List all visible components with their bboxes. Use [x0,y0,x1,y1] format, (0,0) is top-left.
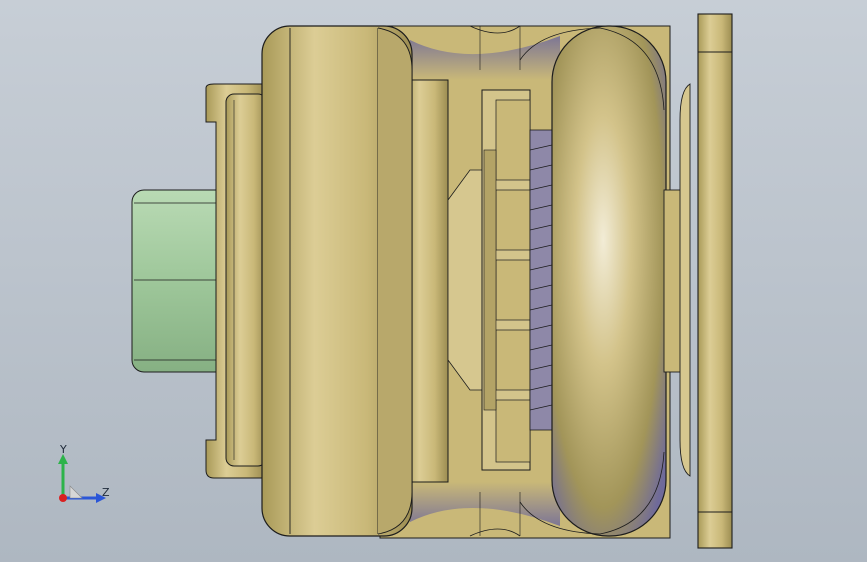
view-orientation-triad: Y Z [40,440,130,520]
triad-z-label: Z [102,486,110,499]
triad-axes [58,454,106,503]
graphics-viewport[interactable]: Y Z [0,0,867,562]
model-assembly[interactable] [0,0,867,562]
triad-y-label: Y [60,443,67,456]
mounting-flange[interactable] [663,13,733,549]
toothed-ring[interactable] [481,89,553,471]
main-wheel[interactable] [261,25,413,537]
